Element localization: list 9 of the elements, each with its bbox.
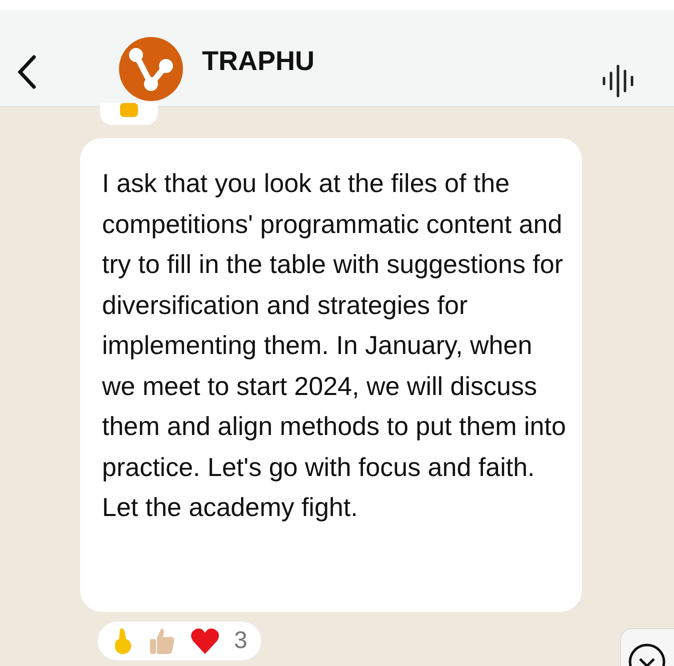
crossed-fingers-icon bbox=[112, 627, 134, 655]
avatar-icon[interactable] bbox=[119, 37, 183, 101]
reaction-count: 3 bbox=[234, 626, 248, 656]
reactions-bar[interactable]: 3 bbox=[97, 621, 262, 661]
back-icon[interactable] bbox=[16, 54, 38, 90]
contact-name: TRAPHU bbox=[202, 45, 314, 78]
voice-wave-icon[interactable] bbox=[602, 64, 636, 98]
heart-icon bbox=[190, 627, 220, 655]
message-text: I ask that you look at the files of the competitions' programmatic content and try to fill in the table with suggestions for diversification and strategies for implementing them. In January, when we meet to start 2024, we will discuss them and align methods to put them into practice. Let's go with focus and faith. Let the academy fight. bbox=[102, 167, 567, 524]
